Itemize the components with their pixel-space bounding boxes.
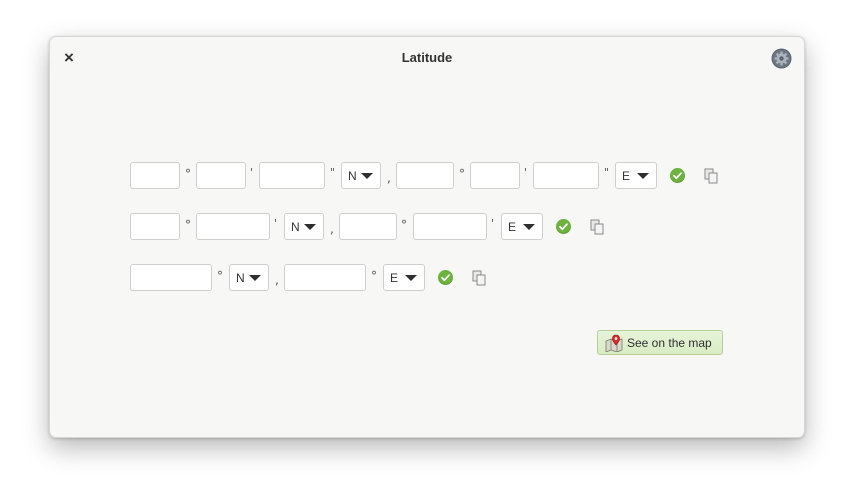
lon-hemisphere-dropdown[interactable]: E (383, 264, 425, 291)
lat-minutes-input[interactable] (196, 162, 246, 189)
settings-button[interactable] (771, 48, 792, 69)
chevron-down-icon (304, 224, 316, 230)
gear-icon (771, 48, 792, 69)
window-title: Latitude (401, 50, 453, 65)
copy-icon[interactable] (472, 270, 487, 286)
lon-minutes-input[interactable] (470, 162, 520, 189)
chevron-down-icon (249, 275, 261, 281)
lat-degrees-input[interactable] (130, 213, 180, 240)
degree-symbol: ° (371, 269, 377, 283)
see-on-map-button[interactable]: See on the map (597, 330, 723, 355)
lon-hemisphere-value: E (508, 220, 517, 234)
chevron-down-icon (361, 173, 373, 179)
latitude-window: × Latitude ° ' " N , ° ' " E ° ' N , ° '… (49, 36, 805, 438)
lat-hemisphere-dropdown[interactable]: N (341, 162, 381, 189)
minute-symbol: ' (491, 217, 495, 230)
lon-hemisphere-value: E (390, 271, 399, 285)
lon-hemisphere-dropdown[interactable]: E (501, 213, 543, 240)
lon-degrees-input[interactable] (339, 213, 397, 240)
check-circle-icon (670, 168, 685, 183)
lat-degrees-input[interactable] (130, 264, 212, 291)
chevron-down-icon (637, 173, 649, 179)
second-symbol: " (330, 166, 336, 179)
lat-hemisphere-value: N (348, 169, 357, 183)
check-circle-icon (556, 219, 571, 234)
lat-seconds-input[interactable] (259, 162, 325, 189)
minute-symbol: ' (524, 166, 528, 179)
lat-hemisphere-dropdown[interactable]: N (284, 213, 324, 240)
comma-separator: , (387, 171, 391, 185)
copy-icon[interactable] (590, 219, 605, 235)
chevron-down-icon (405, 275, 417, 281)
degree-symbol: ° (217, 269, 223, 283)
comma-separator: , (275, 273, 279, 287)
lat-hemisphere-value: N (236, 271, 245, 285)
chevron-down-icon (523, 224, 535, 230)
lon-hemisphere-dropdown[interactable]: E (615, 162, 657, 189)
lon-minutes-input[interactable] (413, 213, 487, 240)
lon-seconds-input[interactable] (533, 162, 599, 189)
minute-symbol: ' (250, 166, 254, 179)
lat-hemisphere-dropdown[interactable]: N (229, 264, 269, 291)
check-circle-icon (438, 270, 453, 285)
map-pin-icon (605, 334, 623, 352)
lon-degrees-input[interactable] (396, 162, 454, 189)
lat-degrees-input[interactable] (130, 162, 180, 189)
minute-symbol: ' (274, 217, 278, 230)
degree-symbol: ° (185, 167, 191, 181)
lon-degrees-input[interactable] (284, 264, 366, 291)
copy-icon[interactable] (704, 168, 719, 184)
degree-symbol: ° (185, 218, 191, 232)
see-on-map-label: See on the map (627, 336, 712, 350)
lat-minutes-input[interactable] (196, 213, 270, 240)
lat-hemisphere-value: N (291, 220, 300, 234)
comma-separator: , (330, 222, 334, 236)
second-symbol: " (604, 166, 610, 179)
degree-symbol: ° (401, 218, 407, 232)
lon-hemisphere-value: E (622, 169, 631, 183)
degree-symbol: ° (459, 167, 465, 181)
